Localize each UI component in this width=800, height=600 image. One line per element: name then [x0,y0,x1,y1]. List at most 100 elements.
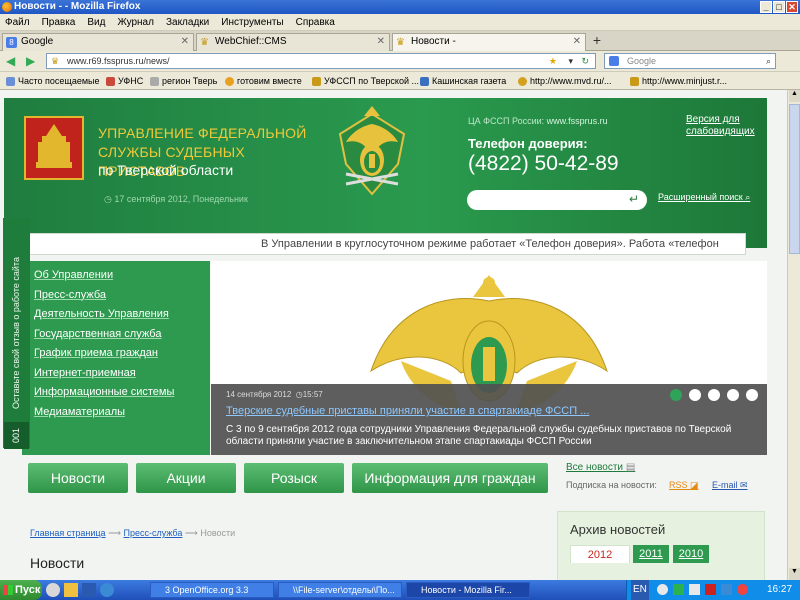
site-search-input[interactable]: ↵ [467,190,647,210]
nav-news-button[interactable]: Новости [28,463,128,493]
volume-icon[interactable] [689,584,700,595]
menu-help[interactable]: Справка [296,14,335,31]
search-input[interactable]: Google ⌕ [604,53,776,69]
bookmark-item[interactable]: готовим вместе [225,72,302,90]
minimize-button[interactable]: _ [760,1,772,13]
menu-history[interactable]: Журнал [117,14,154,31]
year-tab-2010[interactable]: 2010 [673,545,709,563]
breadcrumb-home[interactable]: Главная страница [30,528,106,538]
all-news-link[interactable]: Все новости ▤ [566,462,635,473]
search-icon[interactable]: ⌕ [766,54,771,68]
search-placeholder: Google [627,56,657,66]
taskbar-file-server[interactable]: \\File-server\отделы\По... [278,582,402,598]
menu-file[interactable]: Файл [5,14,30,31]
nav-actions-button[interactable]: Акции [136,463,236,493]
news-ticker: В Управлении в круглосуточном режиме раб… [28,233,746,255]
bookmark-item[interactable]: Часто посещаемые [6,72,100,90]
year-tab-2011[interactable]: 2011 [633,545,669,563]
menu-item-about[interactable]: Об Управлении [22,269,210,289]
taskbar-openoffice[interactable]: 3 OpenOffice.org 3.3 [150,582,274,598]
url-input[interactable]: ♛ www.r69.fssprus.ru/news/ ★ ▾ ↻ [46,53,596,69]
maximize-button[interactable]: □ [773,1,785,13]
menu-bookmarks[interactable]: Закладки [166,14,209,31]
hotline-label: Телефон доверия: [468,136,588,151]
page-scrollbar[interactable]: ▲ ▼ [787,90,800,580]
slider-dot[interactable] [727,389,739,401]
bookmark-icon [312,77,321,86]
search-icon: ⌕ [745,192,751,202]
bookmark-icon [106,77,115,86]
year-tab-2012[interactable]: 2012 [570,545,630,563]
bookmark-item[interactable]: http://www.mvd.ru/... [518,72,612,90]
email-link[interactable]: E-mail ✉ [712,480,748,491]
breadcrumb-press[interactable]: Пресс-служба [123,528,182,538]
menu-item-info-systems[interactable]: Информационные системы [22,386,210,406]
language-indicator[interactable]: EN [631,580,649,600]
nav-citizens-info-button[interactable]: Информация для граждан [352,463,548,493]
desktop-icon[interactable] [82,583,96,597]
scroll-down-icon[interactable]: ▼ [789,568,800,580]
slide-title-link[interactable]: Тверские судебные приставы приняли участ… [226,405,589,417]
scroll-up-icon[interactable]: ▲ [789,90,800,102]
ca-fssp-link[interactable]: www.fssprus.ru [547,116,608,126]
tab-label: Новости - [411,36,456,47]
tab-news[interactable]: ♛ Новости - ✕ [392,33,586,51]
quicklaunch-icon[interactable] [46,583,60,597]
slider-dot[interactable] [746,389,758,401]
bookmark-item[interactable]: УФНС [106,72,143,90]
close-tab-icon[interactable]: ✕ [181,34,189,50]
menu-item-media[interactable]: Медиаматериалы [22,406,210,426]
advanced-search-link[interactable]: Расширенный поиск ⌕ [658,192,750,203]
forward-icon[interactable]: ▶ [26,54,35,68]
tray-icon[interactable] [673,584,684,595]
network-icon[interactable] [721,584,732,595]
clock-icon: ◷ [104,194,115,204]
star-icon[interactable]: ★ [549,54,557,68]
new-tab-button[interactable]: + [588,33,606,49]
tab-google[interactable]: 8 Google ✕ [2,33,194,51]
dropdown-icon[interactable]: ▾ [568,54,573,68]
menu-tools[interactable]: Инструменты [221,14,283,31]
close-window-button[interactable]: ✕ [786,1,798,13]
tray-icon[interactable] [657,584,668,595]
menu-item-activity[interactable]: Деятельность Управления [22,308,210,328]
menu-bar: Файл Правка Вид Журнал Закладки Инструменты Сп… [0,14,800,31]
slider-dot-active[interactable] [670,389,682,401]
window-titlebar[interactable]: Новости - - Mozilla Firefox _ □ ✕ [0,0,800,14]
start-button[interactable]: Пуск [0,580,42,600]
scroll-thumb[interactable] [789,104,800,254]
bookmark-icon [225,77,234,86]
ie-icon[interactable] [100,583,114,597]
menu-item-schedule[interactable]: График приема граждан [22,347,210,367]
slider-dot[interactable] [689,389,701,401]
quicklaunch-icon[interactable] [64,583,78,597]
bookmark-item[interactable]: Кашинская газета [420,72,506,90]
menu-view[interactable]: Вид [87,14,105,31]
clock[interactable]: 16:27 [767,580,792,600]
tab-webchief[interactable]: ♛ WebChief::CMS ✕ [196,33,390,51]
bookmarks-bar: Часто посещаемые УФНС регион Тверь готов… [0,72,800,90]
feedback-tab[interactable]: Оставьте свой отзыв о работе сайта 001 [3,218,30,449]
current-date: ◷ 17 сентября 2012, Понедельник [104,194,248,204]
antivirus-icon[interactable] [705,584,716,595]
bookmark-item[interactable]: http://www.minjust.r... [630,72,727,90]
nav-wanted-button[interactable]: Розыск [244,463,344,493]
rss-link[interactable]: RSS ◪ [669,480,699,491]
menu-edit[interactable]: Правка [42,14,76,31]
menu-item-civil-service[interactable]: Государственная служба [22,328,210,348]
tray-icon[interactable] [737,584,748,595]
bookmark-item[interactable]: регион Тверь [150,72,217,90]
slider-dot[interactable] [708,389,720,401]
reload-icon[interactable]: ↻ [581,54,589,68]
fssp-emblem [332,104,412,200]
taskbar-firefox[interactable]: Новости - Mozilla Fir... [406,582,530,598]
close-tab-icon[interactable]: ✕ [377,34,385,50]
menu-item-press[interactable]: Пресс-служба [22,289,210,309]
enter-icon[interactable]: ↵ [629,192,639,206]
low-vision-link[interactable]: Версия для слабовидящих [686,114,755,138]
close-tab-icon[interactable]: ✕ [573,34,581,50]
menu-item-reception[interactable]: Интернет-приемная [22,367,210,387]
back-icon[interactable]: ◀ [6,54,15,68]
bookmark-item[interactable]: УФССП по Тверской ... [312,72,419,90]
list-icon: ▤ [625,462,636,473]
